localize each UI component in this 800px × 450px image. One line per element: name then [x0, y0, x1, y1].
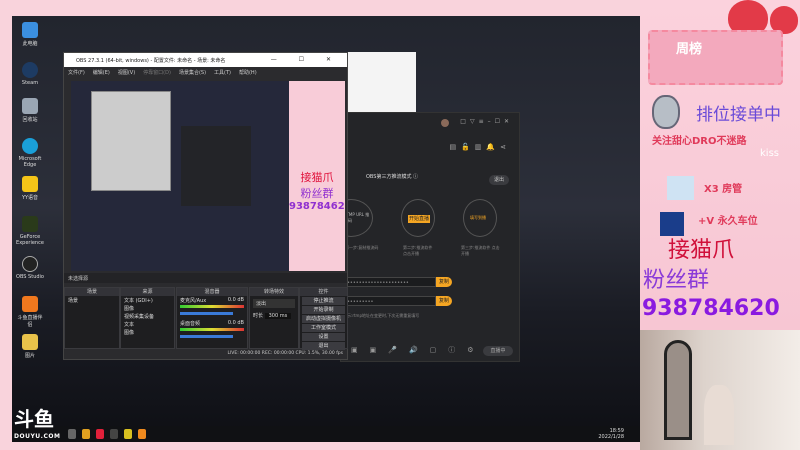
app-icon[interactable]	[96, 429, 104, 439]
menu-edit[interactable]: 编辑(E)	[93, 69, 110, 76]
transitions-panel: 转场特效 淡出 时长 300 ms	[249, 287, 299, 349]
step-desc: 第二步:推流软件 点击开播	[403, 245, 433, 256]
menu-help[interactable]: 帮助(H)	[239, 69, 257, 76]
step-circle: 开始直播	[401, 199, 435, 237]
bottom-tools[interactable]: ▣▣🎤🔊▢ⓘ⚙	[351, 345, 486, 355]
background-window	[348, 52, 416, 114]
app-icon[interactable]	[124, 429, 132, 439]
desktop-icon-yy[interactable]: YY语音	[16, 176, 44, 201]
copy-key-button[interactable]: 复制	[436, 296, 452, 306]
controls-panel: 控件 停止推流 开始录制 启动虚拟摄像机 工作室模式 设置 退出	[299, 287, 348, 350]
studio-mode-button[interactable]: 工作室模式	[302, 324, 345, 332]
webcam-feed	[640, 330, 800, 450]
hint-text: 提示:rtmp地址在变更时,下次无需重复填写	[343, 313, 420, 318]
nested-preview	[91, 91, 171, 191]
stream-key-field[interactable]: ••••••••••	[341, 296, 436, 306]
plane-icon	[667, 176, 694, 200]
start-recording-button[interactable]: 开始录制	[302, 306, 345, 314]
source-item[interactable]: 图像	[121, 304, 174, 312]
step-circle: 填写到播	[463, 199, 497, 237]
mirror	[664, 340, 692, 440]
streaming-assistant-window: □▽≡–☐✕ ▤🔓▥🔔⋖ OBS第三方推流模式 ⓘ 退出 RTMP URL 推流…	[329, 112, 520, 362]
window-controls[interactable]: — ☐ ✕	[271, 56, 341, 63]
scenes-panel: 场景 场景	[64, 287, 120, 349]
audio-meter	[180, 305, 244, 308]
source-item[interactable]: 图像	[121, 328, 174, 336]
audio-meter	[180, 328, 244, 331]
desktop-icon-geforce[interactable]: GeForce Experience	[16, 216, 44, 246]
toolbar-icons[interactable]: ▤🔓▥🔔⋖	[449, 143, 511, 151]
exit-button[interactable]: 退出	[302, 342, 345, 350]
clock[interactable]: 18:59 2022/1/28	[598, 428, 624, 440]
step-desc: 第一步:复制推流码	[345, 245, 379, 250]
avatar[interactable]	[441, 119, 449, 127]
menu-scene-collection[interactable]: 场景集合(S)	[179, 69, 206, 76]
title-bar: OBS 27.3.1 (64-bit, windows) - 配置文件: 未命名…	[64, 53, 347, 67]
weekly-card: 周榜	[648, 30, 783, 85]
stop-stream-button[interactable]: 停止推流	[302, 297, 345, 305]
rtmp-url-field[interactable]: ••••••••••••••••••••••	[341, 277, 436, 287]
menu-tools[interactable]: 工具(T)	[214, 69, 231, 76]
exit-button[interactable]: 退出	[489, 175, 509, 185]
desktop-icon-pictures[interactable]: 图片	[16, 334, 44, 359]
source-item[interactable]: 文本	[121, 320, 174, 328]
virtual-camera-button[interactable]: 启动虚拟摄像机	[302, 315, 345, 323]
settings-button[interactable]: 设置	[302, 333, 345, 341]
app-icon[interactable]	[82, 429, 90, 439]
preview-canvas[interactable]: 接猫爪 粉丝群 938784620	[71, 81, 345, 271]
desktop-icon-pc[interactable]: 此电脑	[16, 22, 44, 47]
source-item[interactable]: 视频采集设备	[121, 312, 174, 320]
douyu-logo: 斗鱼 DOUYU.COM	[14, 407, 61, 440]
duration-input[interactable]: 300 ms	[264, 313, 292, 319]
transition-select[interactable]: 淡出	[253, 299, 295, 308]
search-icon[interactable]	[68, 429, 76, 439]
source-item[interactable]: 文本 (GDI+)	[121, 296, 174, 304]
volume-slider[interactable]	[180, 335, 233, 338]
person	[704, 385, 734, 445]
menu-bar: 文件(F) 编辑(E) 视图(V) 停靠窗口(D) 场景集合(S) 工具(T) 帮助(H)	[64, 67, 347, 77]
desktop-icon-steam[interactable]: Steam	[16, 62, 44, 86]
preview-status-bar: 未选择源	[64, 273, 347, 283]
desktop-icon-douyu[interactable]: 斗鱼直播伴侣	[16, 296, 44, 328]
desktop-icon-obs[interactable]: OBS Studio	[16, 256, 44, 280]
menu-view[interactable]: 视图(V)	[118, 69, 135, 76]
app-icon[interactable]	[110, 429, 118, 439]
mode-title: OBS第三方推流模式 ⓘ	[366, 174, 419, 180]
start-live-button[interactable]: 开始直播	[408, 215, 430, 223]
desktop-icon-edge[interactable]: Microsoft Edge	[16, 138, 44, 168]
live-button[interactable]: 直播中	[483, 346, 513, 356]
nested-sidebar: 接猫爪 粉丝群 938784620	[289, 81, 345, 271]
copy-url-button[interactable]: 复制	[436, 277, 452, 287]
menu-file[interactable]: 文件(F)	[68, 69, 85, 76]
cat-sticker	[652, 95, 680, 129]
app-icon[interactable]	[138, 429, 146, 439]
nested-dark-window	[181, 126, 251, 206]
status-bar: LIVE: 00:00:00 REC: 00:00:00 CPU: 1.5%, …	[227, 351, 343, 356]
obs-window: OBS 27.3.1 (64-bit, windows) - 配置文件: 未命名…	[63, 52, 348, 360]
step-desc: 第三步:推流软件 点击开播	[461, 245, 500, 256]
stream-overlay-sidebar: 周榜 排位接单中 关注甜心DRO不迷路 kiss X3 房管 +V 永久车位 接…	[640, 0, 800, 330]
window-controls[interactable]: □▽≡–☐✕	[460, 118, 513, 125]
sources-panel: 来源 文本 (GDI+) 图像 视频采集设备 文本 图像	[120, 287, 175, 349]
volume-slider[interactable]	[180, 312, 233, 315]
desktop-icon-recycle-bin[interactable]: 回收站	[16, 98, 44, 123]
mixer-panel: 混音器 麦克风/Aux 0.0 dB 桌面音频 0.0 dB	[176, 287, 248, 349]
scene-item[interactable]: 场景	[65, 296, 119, 305]
menu-docks[interactable]: 停靠窗口(D)	[143, 69, 171, 76]
taskbar: 18:59 2022/1/28	[12, 426, 640, 442]
